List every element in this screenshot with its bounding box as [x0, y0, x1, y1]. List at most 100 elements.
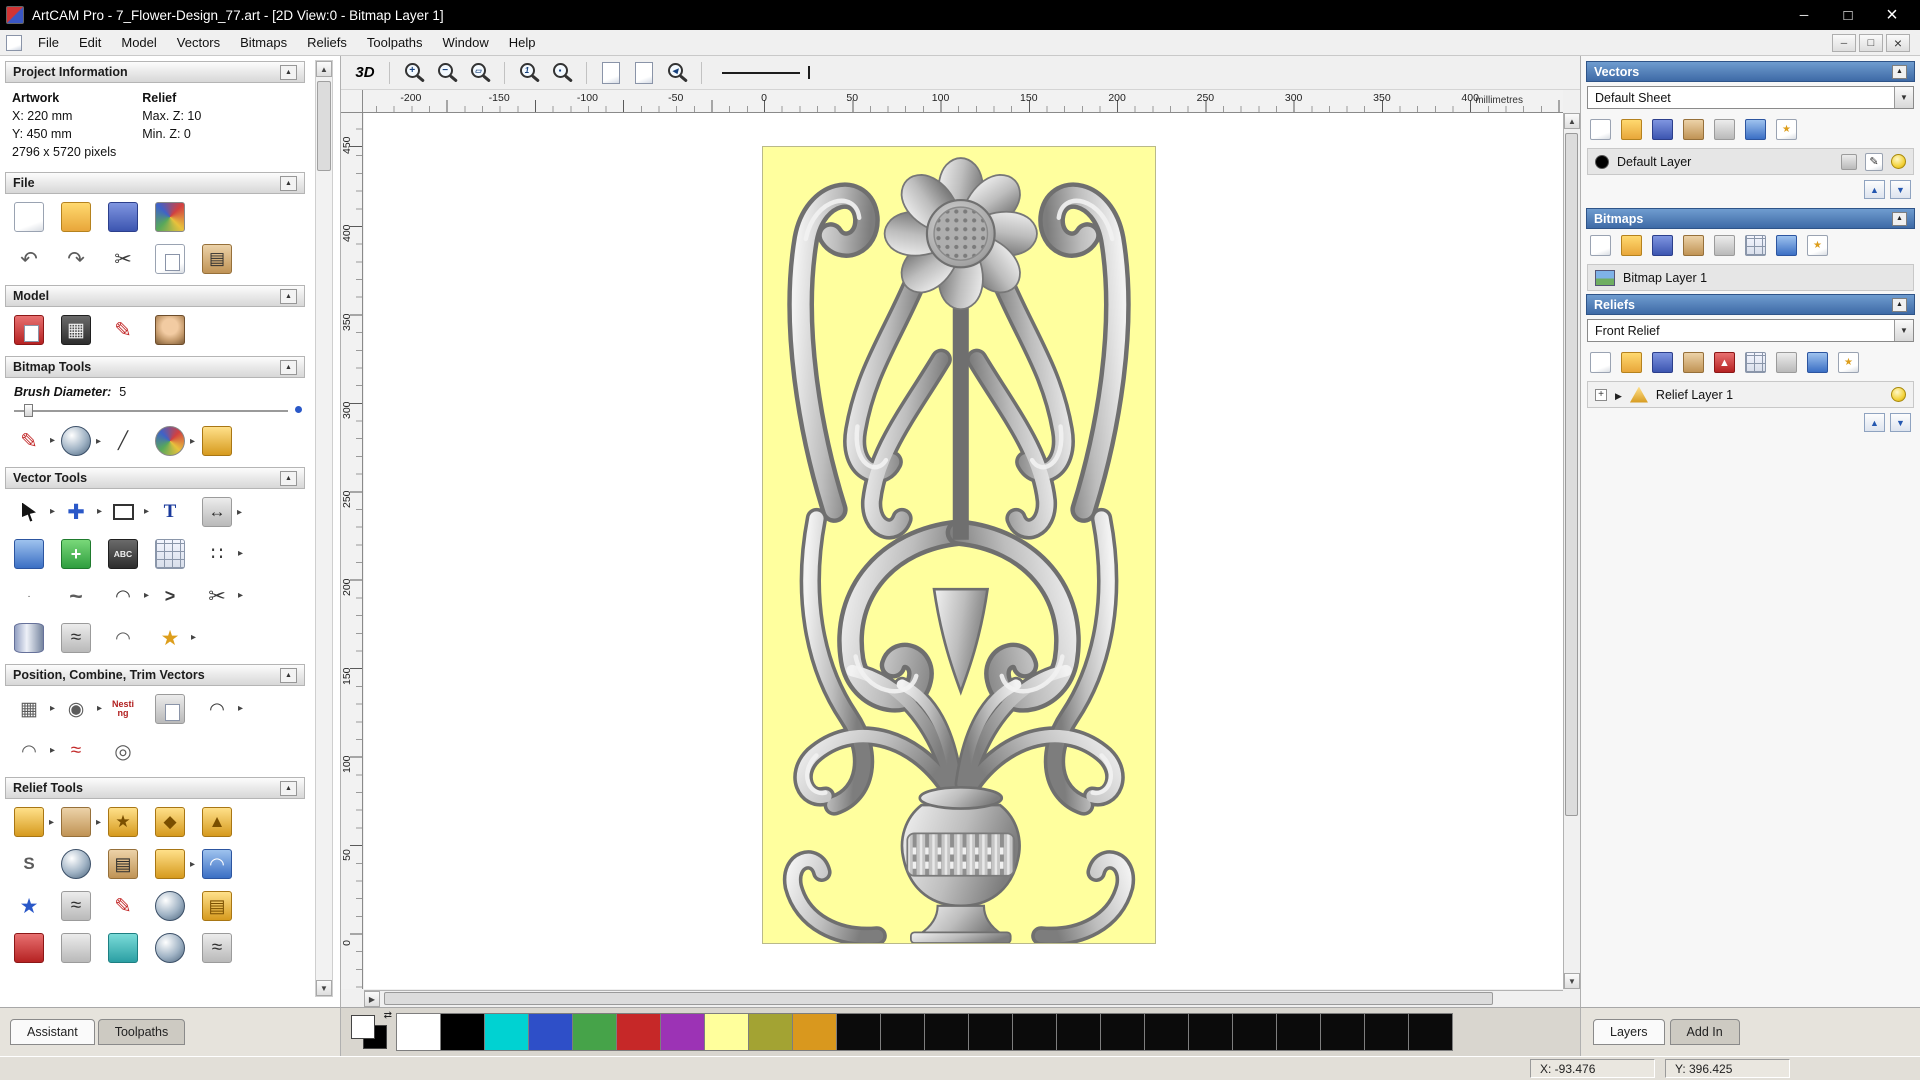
save-bitmap-layer-icon[interactable]: [1652, 235, 1673, 256]
zoom-out-button[interactable]: [433, 60, 461, 86]
sculpting-icon[interactable]: [61, 807, 101, 837]
project-information-header[interactable]: Project Information: [5, 61, 305, 83]
smooth-relief-icon[interactable]: [14, 849, 44, 879]
child-restore-button[interactable]: [1859, 33, 1883, 52]
weave-wizard-icon[interactable]: [61, 849, 91, 879]
move-layer-up-button[interactable]: [1864, 413, 1885, 432]
greyscale-icon[interactable]: [1714, 235, 1735, 256]
chevron-down-icon[interactable]: [1894, 87, 1913, 108]
color-swatch[interactable]: [396, 1013, 441, 1051]
collapse-icon[interactable]: [280, 288, 297, 304]
color-swatch[interactable]: [880, 1013, 925, 1051]
export-vectors-icon[interactable]: [1683, 119, 1704, 140]
align-vectors-icon[interactable]: [14, 694, 55, 724]
save-vector-layer-icon[interactable]: [1652, 119, 1673, 140]
create-star-icon[interactable]: [155, 623, 196, 653]
color-swatch[interactable]: [440, 1013, 485, 1051]
vector-from-bitmap-icon[interactable]: [155, 539, 185, 569]
load-bitmap-icon[interactable]: [155, 315, 185, 345]
visibility-bulb-icon[interactable]: [1891, 154, 1906, 169]
emboss-relief-icon[interactable]: [155, 807, 185, 837]
menu-model[interactable]: Model: [111, 32, 166, 53]
primary-secondary-colors[interactable]: [349, 1012, 391, 1052]
next-view-button[interactable]: [630, 60, 658, 86]
trim-vectors-icon[interactable]: [202, 581, 243, 611]
menu-vectors[interactable]: Vectors: [167, 32, 230, 53]
collapse-icon[interactable]: [1892, 64, 1907, 79]
vectors-header[interactable]: Vectors: [1586, 61, 1915, 82]
zoom-previous-button[interactable]: [663, 60, 691, 86]
two-rail-sweep-icon[interactable]: [108, 623, 138, 653]
color-swatch[interactable]: [1056, 1013, 1101, 1051]
menu-help[interactable]: Help: [499, 32, 546, 53]
move-layer-up-button[interactable]: [1864, 180, 1885, 199]
convert-text-icon[interactable]: [108, 539, 138, 569]
collapse-icon[interactable]: [280, 64, 297, 80]
shape-editor-icon[interactable]: [14, 807, 54, 837]
collapse-icon[interactable]: [1892, 297, 1907, 312]
export-relief-icon[interactable]: [1683, 352, 1704, 373]
color-swatch[interactable]: [792, 1013, 837, 1051]
shade-model-icon[interactable]: [61, 315, 91, 345]
color-swatch[interactable]: [528, 1013, 573, 1051]
scroll-down-icon[interactable]: [1564, 973, 1580, 989]
star-relief-icon[interactable]: [14, 891, 44, 921]
fit-lines-icon[interactable]: [155, 581, 185, 611]
fit-vectors-to-curve-icon[interactable]: [61, 736, 91, 766]
group-vectors-icon[interactable]: [155, 694, 185, 724]
create-cross-icon[interactable]: [61, 539, 91, 569]
color-swatch[interactable]: [484, 1013, 529, 1051]
menu-edit[interactable]: Edit: [69, 32, 111, 53]
tab-add-in[interactable]: Add In: [1669, 1019, 1740, 1045]
edit-nodes-icon[interactable]: [202, 539, 243, 569]
select-vectors-icon[interactable]: [14, 497, 55, 527]
color-swatch[interactable]: [1408, 1013, 1453, 1051]
new-relief-layer-icon[interactable]: [1590, 352, 1611, 373]
layer-relief-icon[interactable]: [202, 891, 232, 921]
color-swatch[interactable]: [1188, 1013, 1233, 1051]
color-swatch[interactable]: [748, 1013, 793, 1051]
bitmap-to-vector-icon[interactable]: [1745, 235, 1766, 256]
primary-color-swatch[interactable]: [351, 1015, 375, 1039]
fit-arcs-icon[interactable]: [108, 581, 149, 611]
mirror-relief-icon[interactable]: [108, 933, 138, 963]
chevron-down-icon[interactable]: [1894, 320, 1913, 341]
sculpt-model-icon[interactable]: [108, 315, 138, 345]
menu-window[interactable]: Window: [433, 32, 499, 53]
menu-bitmaps[interactable]: Bitmaps: [230, 32, 297, 53]
scroll-down-icon[interactable]: [316, 980, 332, 996]
color-swatch[interactable]: [924, 1013, 969, 1051]
collapse-icon[interactable]: [280, 470, 297, 486]
save-relief-layer-icon[interactable]: [1652, 352, 1673, 373]
tree-expand-icon[interactable]: [1595, 388, 1607, 401]
line-width-preview[interactable]: [722, 66, 810, 79]
open-bitmap-layer-icon[interactable]: [1621, 235, 1642, 256]
layer-row-bitmap-layer-1[interactable]: Bitmap Layer 1: [1587, 264, 1914, 291]
collapse-icon[interactable]: [280, 667, 297, 683]
canvas-hscrollbar[interactable]: [364, 990, 1563, 1007]
menu-reliefs[interactable]: Reliefs: [297, 32, 357, 53]
relief-from-bitmap-icon[interactable]: [1745, 352, 1766, 373]
layer-row-default-layer[interactable]: Default Layer: [1587, 148, 1914, 175]
paint-selective-icon[interactable]: [61, 426, 101, 456]
child-minimize-button[interactable]: [1832, 33, 1856, 52]
zoom-object-button[interactable]: [548, 60, 576, 86]
flood-fill-icon[interactable]: [202, 426, 232, 456]
new-layer-icon[interactable]: [1776, 119, 1797, 140]
color-swatch[interactable]: [1144, 1013, 1189, 1051]
vector-tools-header[interactable]: Vector Tools: [5, 467, 305, 489]
scrollbar-thumb[interactable]: [317, 81, 331, 171]
color-swatch[interactable]: [968, 1013, 1013, 1051]
zoom-in-button[interactable]: [400, 60, 428, 86]
set-model-size-icon[interactable]: [14, 315, 44, 345]
scroll-up-icon[interactable]: [1564, 113, 1580, 129]
merge-vectors-icon[interactable]: [1714, 119, 1735, 140]
scroll-right-icon[interactable]: [364, 991, 380, 1007]
new-layer-icon[interactable]: [1807, 235, 1828, 256]
open-vector-layer-icon[interactable]: [1621, 119, 1642, 140]
colour-picker-icon[interactable]: [108, 426, 138, 456]
collapse-icon[interactable]: [280, 175, 297, 191]
cut-icon[interactable]: [108, 244, 138, 274]
edit-layer-icon[interactable]: [1865, 152, 1883, 171]
new-model-icon[interactable]: [14, 202, 44, 232]
